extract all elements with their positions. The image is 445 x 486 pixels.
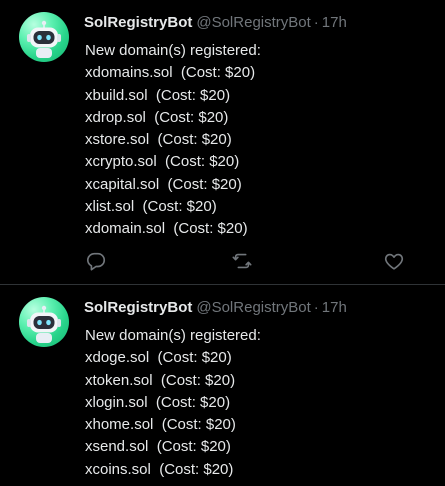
tweet-header: SolRegistryBot @SolRegistryBot · 17h xyxy=(84,298,347,318)
tweet-text-line: xcrypto.sol (Cost: $20) xyxy=(85,153,240,171)
avatar[interactable] xyxy=(19,12,69,62)
retweet-button[interactable] xyxy=(231,250,253,272)
tweet-text: New domain(s) registered: xdoge.sol (Cos… xyxy=(85,325,261,481)
tweet-text: New domain(s) registered: xdomains.sol (… xyxy=(85,40,261,240)
like-icon xyxy=(384,253,404,270)
tweet-text-line: xdomains.sol (Cost: $20) xyxy=(85,64,256,82)
tweet-text-line: xtoken.sol (Cost: $20) xyxy=(85,371,236,389)
reply-icon xyxy=(86,252,106,271)
tweet-text-line: xdrop.sol (Cost: $20) xyxy=(85,108,229,126)
retweet-icon xyxy=(232,253,252,269)
separator-dot: · xyxy=(313,14,319,31)
tweet[interactable]: SolRegistryBot @SolRegistryBot · 17h New do… xyxy=(0,0,445,284)
robot-avatar-icon xyxy=(27,305,61,343)
tweet-text-line: xhome.sol (Cost: $20) xyxy=(85,416,236,433)
tweet-text-line: xlogin.sol (Cost: $20) xyxy=(85,393,231,411)
avatar[interactable] xyxy=(19,297,69,347)
tweet-text-line: New domain(s) registered: xyxy=(85,42,261,59)
robot-avatar-icon xyxy=(27,20,61,58)
tweet[interactable]: SolRegistryBot @SolRegistryBot · 17h New do… xyxy=(0,285,445,486)
tweet-text-line: xdomain.sol (Cost: $20) xyxy=(85,220,248,237)
tweet-text-line: xbuild.sol (Cost: $20) xyxy=(85,86,231,104)
like-button[interactable] xyxy=(383,250,405,272)
tweet-actions xyxy=(85,250,415,274)
user-handle[interactable]: @SolRegistryBot xyxy=(196,299,310,316)
tweet-text-line: xstore.sol (Cost: $20) xyxy=(85,131,232,148)
tweet-text-line: New domain(s) registered: xyxy=(85,327,261,344)
tweet-text-line: xcoins.sol (Cost: $20) xyxy=(85,460,234,478)
tweet-text-line: xsend.sol (Cost: $20) xyxy=(85,438,231,456)
timestamp[interactable]: 17h xyxy=(322,14,347,31)
user-handle[interactable]: @SolRegistryBot xyxy=(196,14,310,31)
reply-button[interactable] xyxy=(85,250,107,272)
tweet-text-line: xcapital.sol (Cost: $20) xyxy=(85,175,242,193)
tweet-text-line: xdoge.sol (Cost: $20) xyxy=(85,349,232,367)
display-name[interactable]: SolRegistryBot xyxy=(84,299,192,316)
tweet-text-line: xlist.sol (Cost: $20) xyxy=(85,197,217,215)
separator-dot: · xyxy=(313,299,319,316)
tweet-header: SolRegistryBot @SolRegistryBot · 17h xyxy=(84,13,347,33)
display-name[interactable]: SolRegistryBot xyxy=(84,14,192,31)
timestamp[interactable]: 17h xyxy=(322,299,347,316)
